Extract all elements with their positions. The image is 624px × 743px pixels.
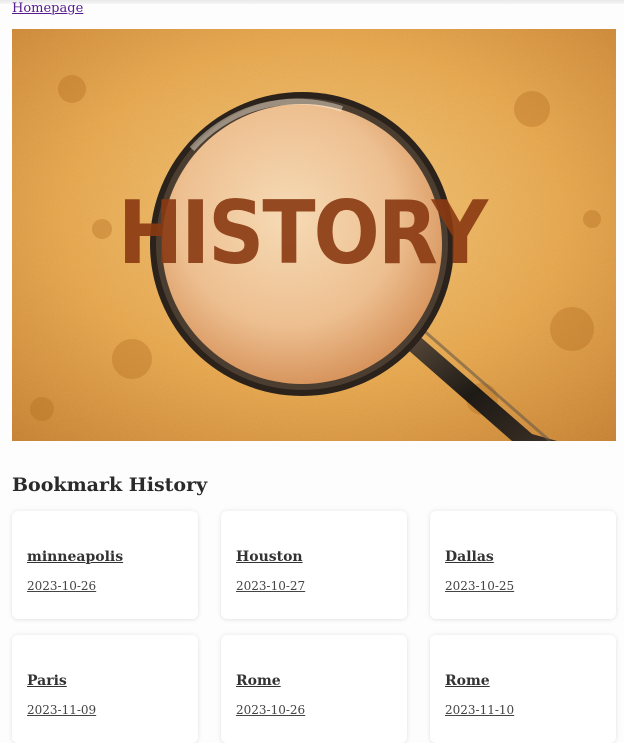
browser-top-edge: [0, 0, 624, 4]
hero-image: HISTORY: [12, 29, 616, 441]
bookmark-city-link[interactable]: Rome: [445, 673, 490, 689]
bookmark-city-link[interactable]: Houston: [236, 549, 303, 565]
bookmark-card[interactable]: Rome 2023-10-26: [221, 635, 407, 743]
bookmark-city-link[interactable]: Dallas: [445, 549, 494, 565]
bookmark-date[interactable]: 2023-11-10: [445, 703, 514, 717]
bookmark-card[interactable]: Rome 2023-11-10: [430, 635, 616, 743]
bookmark-card[interactable]: Houston 2023-10-27: [221, 511, 407, 619]
bookmark-date[interactable]: 2023-11-09: [27, 703, 96, 717]
bookmark-city-link[interactable]: Paris: [27, 673, 67, 689]
bookmark-date[interactable]: 2023-10-26: [27, 579, 96, 593]
bookmark-city-link[interactable]: minneapolis: [27, 549, 123, 565]
bookmark-date[interactable]: 2023-10-27: [236, 579, 305, 593]
homepage-link[interactable]: Homepage: [12, 1, 83, 16]
bookmark-city-link[interactable]: Rome: [236, 673, 281, 689]
bookmark-date[interactable]: 2023-10-25: [445, 579, 514, 593]
bookmark-date[interactable]: 2023-10-26: [236, 703, 305, 717]
magnifying-glass-illustration: HISTORY: [12, 29, 616, 441]
hero-image-word: HISTORY: [118, 182, 489, 284]
bookmark-card[interactable]: Paris 2023-11-09: [12, 635, 198, 743]
bookmark-card[interactable]: minneapolis 2023-10-26: [12, 511, 198, 619]
bookmark-card[interactable]: Dallas 2023-10-25: [430, 511, 616, 619]
bookmark-history-title: Bookmark History: [12, 474, 208, 496]
